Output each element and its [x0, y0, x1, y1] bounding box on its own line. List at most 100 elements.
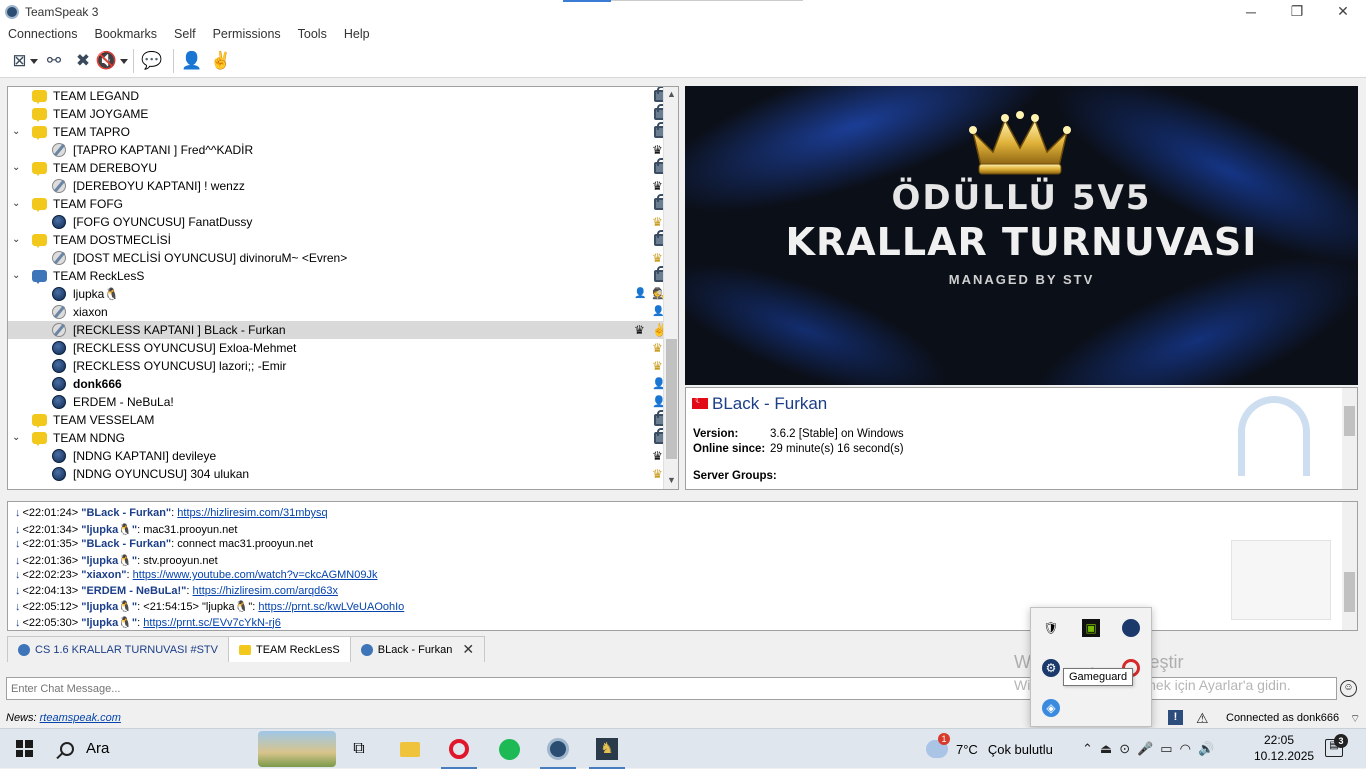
channel-row[interactable]: ⌄ TEAM NDNG: [8, 428, 667, 447]
client-row[interactable]: xiaxon 👤: [8, 303, 664, 321]
microphone-icon[interactable]: 🎤: [1137, 741, 1153, 757]
client-row[interactable]: [FOFG OYUNCUSU] FanatDussy ♛: [8, 213, 664, 231]
channel-row[interactable]: ⌄ TEAM FOFG: [8, 194, 667, 213]
tree-scrollbar[interactable]: ▲ ▼: [663, 87, 678, 489]
tab-channel-chat[interactable]: TEAM ReckLesS: [228, 636, 351, 662]
expand-arrow-icon[interactable]: ⌄: [12, 235, 22, 245]
client-row[interactable]: [RECKLESS OYUNCUSU] lazori;; -Emir ♛: [8, 357, 664, 375]
chat-sender[interactable]: "BLack - Furkan": [81, 507, 171, 519]
close-button[interactable]: ✕: [1320, 0, 1366, 23]
menu-help[interactable]: Help: [344, 27, 370, 41]
steam-icon[interactable]: ⚙: [1042, 659, 1060, 677]
channel-row[interactable]: ⌄ TEAM TAPRO: [8, 122, 667, 141]
weather-widget[interactable]: 7°C Çok bulutlu: [926, 729, 1053, 769]
client-row[interactable]: [DOST MECLİSİ OYUNCUSU] divinoruM~ <Evre…: [8, 249, 664, 267]
minimize-button[interactable]: ─: [1228, 0, 1274, 23]
counter-strike-button[interactable]: ♞: [583, 729, 631, 769]
contacts-button[interactable]: 👤: [179, 48, 205, 74]
chat-sender[interactable]: "BLack - Furkan": [81, 538, 171, 550]
wifi-icon[interactable]: ◠: [1180, 741, 1191, 757]
search-highlight-image[interactable]: [258, 731, 336, 767]
channel-row[interactable]: TEAM LEGAND: [8, 87, 667, 105]
usb-icon[interactable]: ⏏: [1100, 741, 1112, 757]
client-row[interactable]: [DEREBOYU KAPTANI] ! wenzz ♛: [8, 177, 664, 195]
meet-now-icon[interactable]: ⊙: [1119, 741, 1130, 757]
client-row[interactable]: [TAPRO KAPTANI ] Fred^^KADİR ♛: [8, 141, 664, 159]
tab-server-chat[interactable]: CS 1.6 KRALLAR TURNUVASI #STV: [7, 636, 229, 662]
close-tab-icon[interactable]: ✕: [462, 641, 474, 658]
start-button[interactable]: [0, 729, 48, 769]
teamspeak-taskbar-button[interactable]: [534, 729, 582, 769]
client-row[interactable]: [RECKLESS KAPTANI ] BLack - Furkan ✌ ♛: [8, 321, 667, 339]
chat-sender[interactable]: "xiaxon": [81, 569, 126, 581]
taskbar-search[interactable]: Ara: [48, 729, 244, 769]
expand-arrow-icon[interactable]: ⌄: [12, 127, 22, 137]
disconnect-button[interactable]: ⚯: [41, 48, 67, 74]
opera-button[interactable]: [435, 729, 483, 769]
channel-row[interactable]: ⌄ TEAM ReckLesS: [8, 266, 667, 285]
chat-line: ↓ <22:02:23> "xiaxon": https://www.youtub…: [15, 569, 378, 581]
vpn-icon[interactable]: ◈: [1042, 699, 1060, 717]
mute-microphone-button[interactable]: ✖: [70, 48, 96, 74]
tab-private-chat[interactable]: BLack - Furkan ✕: [349, 636, 486, 662]
chat-sender[interactable]: "ERDEM - NeBuLa!": [81, 585, 186, 597]
chat-sender[interactable]: "ljupka🐧": [81, 555, 137, 567]
file-explorer-button[interactable]: [386, 729, 434, 769]
client-row[interactable]: donk666 👤: [8, 375, 666, 393]
chat-log[interactable]: ↓ <22:01:24> "BLack - Furkan": https://hi…: [7, 501, 1358, 631]
spotify-button[interactable]: [485, 729, 533, 769]
channel-row[interactable]: ⌄ TEAM DOSTMECLİSİ: [8, 230, 667, 249]
scroll-down-arrow-icon[interactable]: ▼: [667, 475, 676, 485]
connect-dropdown-button[interactable]: ⊠: [12, 48, 38, 74]
expand-arrow-icon[interactable]: ⌄: [12, 199, 22, 209]
taskbar-clock[interactable]: 22:05 10.12.2025: [1254, 732, 1314, 764]
menu-self[interactable]: Self: [174, 27, 196, 41]
expand-arrow-icon[interactable]: ⌄: [12, 433, 22, 443]
client-row[interactable]: [RECKLESS OYUNCUSU] Exloa-Mehmet ♛: [8, 339, 664, 357]
chat-link[interactable]: https://prnt.sc/EVv7cYkN-rj6: [143, 617, 281, 629]
chat-link[interactable]: https://prnt.sc/kwLVeUAOohIo: [258, 601, 404, 613]
menu-permissions[interactable]: Permissions: [213, 27, 281, 41]
emoji-icon[interactable]: ☺: [1340, 680, 1357, 697]
scroll-thumb[interactable]: [666, 339, 677, 459]
notification-center-icon[interactable]: ▤ 3: [1325, 734, 1348, 757]
client-row[interactable]: [NDNG OYUNCUSU] 304 ulukan ♛: [8, 465, 664, 483]
info-status-icon[interactable]: !: [1168, 710, 1183, 725]
scroll-thumb[interactable]: [1344, 572, 1355, 612]
menu-connections[interactable]: Connections: [8, 27, 78, 41]
chat-link[interactable]: https://www.youtube.com/watch?v=ckcAGMN0…: [133, 569, 378, 581]
teamspeak-button[interactable]: ✌: [208, 48, 234, 74]
volume-icon[interactable]: 🔊: [1198, 741, 1214, 757]
channel-row[interactable]: TEAM VESSELAM: [8, 410, 667, 429]
scroll-thumb[interactable]: [1344, 406, 1355, 436]
mute-speakers-button[interactable]: 🔇: [96, 48, 125, 74]
expand-arrow-icon[interactable]: ⌄: [12, 271, 22, 281]
warning-icon[interactable]: ⚠: [1196, 710, 1209, 727]
away-button[interactable]: 💬: [139, 48, 165, 74]
chat-sender[interactable]: "ljupka🐧": [81, 617, 137, 629]
client-row[interactable]: ERDEM - NeBuLa! 👤: [8, 393, 666, 411]
client-row[interactable]: [NDNG KAPTANI] devileye ♛: [8, 447, 664, 465]
menu-bookmarks[interactable]: Bookmarks: [95, 27, 158, 41]
info-scrollbar[interactable]: [1342, 388, 1357, 489]
expand-arrow-icon[interactable]: ⌄: [12, 163, 22, 173]
channel-row[interactable]: TEAM JOYGAME: [8, 104, 667, 123]
battery-icon[interactable]: ▭: [1160, 741, 1172, 757]
chat-scrollbar[interactable]: [1342, 502, 1357, 630]
restore-button[interactable]: ❐: [1274, 0, 1320, 23]
channel-tree[interactable]: TEAM LEGAND TEAM JOYGAME ⌄ TEAM TAPRO [TAPRO…: [7, 86, 679, 490]
channel-row[interactable]: ⌄ TEAM DEREBOYU: [8, 158, 667, 177]
menu-tools[interactable]: Tools: [298, 27, 327, 41]
security-shield-icon[interactable]: 🛡: [1042, 619, 1060, 637]
chat-sender[interactable]: "ljupka🐧": [81, 524, 137, 536]
task-view-button[interactable]: ⧉: [335, 729, 383, 769]
chat-link[interactable]: https://hizliresim.com/31mbysq: [177, 507, 327, 519]
news-link[interactable]: rteamspeak.com: [40, 712, 121, 724]
scroll-up-arrow-icon[interactable]: ▲: [667, 89, 676, 99]
chat-link[interactable]: https://hizliresim.com/arqd63x: [193, 585, 339, 597]
nvidia-icon[interactable]: ▣: [1082, 619, 1100, 637]
chat-sender[interactable]: "ljupka🐧": [81, 601, 137, 613]
show-hidden-icons-chevron-icon[interactable]: ⌃: [1082, 741, 1093, 757]
client-row[interactable]: ljupka🐧 🕵 👤: [8, 285, 666, 303]
teamspeak-tray-icon[interactable]: [1122, 619, 1140, 637]
